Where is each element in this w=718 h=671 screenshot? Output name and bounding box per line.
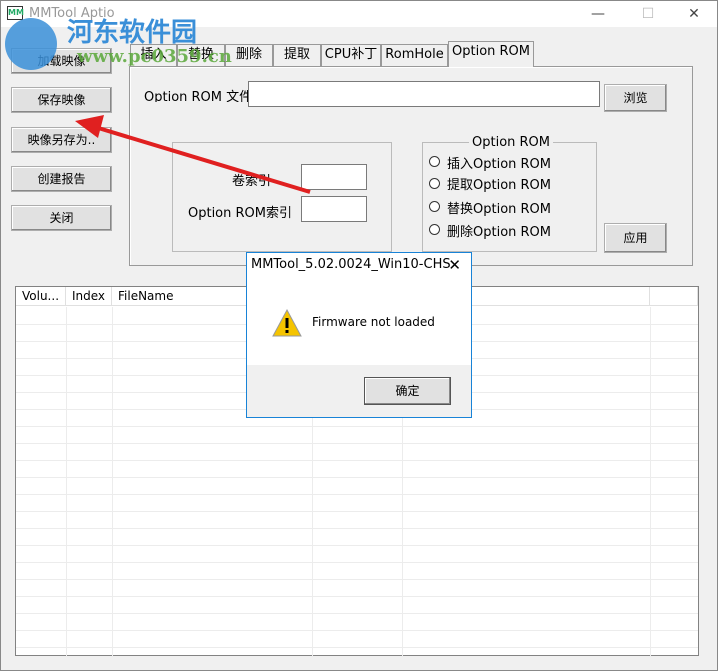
red-arrow-annotation <box>75 115 311 194</box>
arrow-head <box>75 115 104 138</box>
arrow-shaft <box>94 125 311 194</box>
